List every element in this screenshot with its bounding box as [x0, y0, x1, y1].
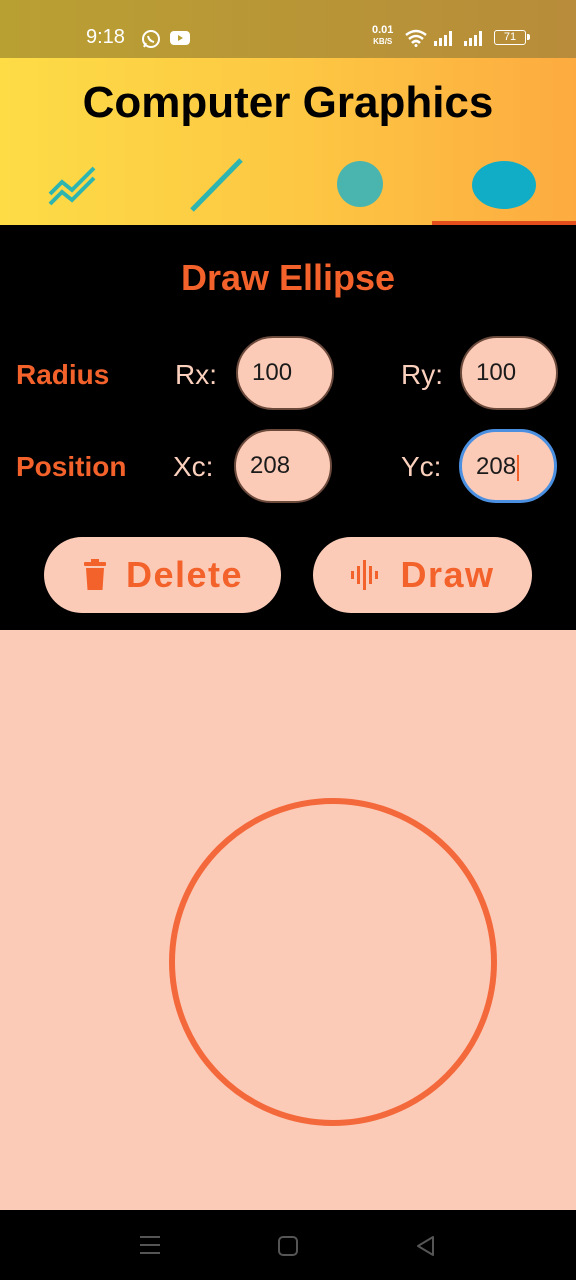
waveform-icon	[351, 560, 379, 590]
app-bar: Computer Graphics	[0, 58, 576, 225]
ry-input[interactable]: 100	[460, 336, 558, 410]
xc-label: Xc:	[173, 451, 214, 482]
yc-input[interactable]: 208	[459, 429, 557, 503]
circle-icon	[337, 161, 383, 207]
wifi-icon	[405, 29, 427, 47]
ry-label: Ry:	[401, 359, 443, 390]
network-speed-value: 0.01	[372, 24, 394, 36]
ellipse-form: Draw Ellipse Radius Rx: 100 Ry: 100 Posi…	[0, 225, 576, 630]
home-icon[interactable]	[277, 1235, 299, 1257]
form-title: Draw Ellipse	[180, 257, 396, 298]
ellipse-drawing	[169, 798, 497, 1126]
yc-value: 208	[476, 453, 517, 480]
line-icon	[190, 158, 243, 212]
back-icon[interactable]	[414, 1234, 436, 1258]
battery-icon: 71	[494, 30, 530, 45]
trash-icon	[83, 559, 106, 590]
rx-label: Rx:	[175, 359, 217, 390]
status-bar: 9:18 0.01 KB/S 71	[0, 0, 576, 58]
network-speed-unit: KB/S	[373, 37, 393, 46]
radius-label: Radius	[16, 359, 110, 390]
draw-button[interactable]: Draw	[313, 537, 532, 613]
polyline-icon	[48, 166, 96, 206]
whatsapp-icon	[142, 30, 160, 48]
status-time: 9:18	[86, 26, 125, 48]
position-label: Position	[16, 451, 127, 482]
drawing-canvas[interactable]	[0, 630, 576, 1210]
drawn-ellipse	[169, 798, 497, 1126]
youtube-icon	[170, 31, 190, 45]
tab-line[interactable]	[144, 152, 288, 222]
xc-input[interactable]: 208	[234, 429, 332, 503]
menu-icon[interactable]	[138, 1234, 162, 1256]
navigation-bar	[0, 1210, 576, 1280]
tab-polyline[interactable]	[0, 152, 144, 222]
draw-label: Draw	[400, 554, 495, 595]
signal-icon-2	[464, 31, 482, 46]
tab-circle[interactable]	[288, 152, 432, 222]
delete-label: Delete	[125, 554, 244, 595]
app-title: Computer Graphics	[82, 78, 494, 127]
delete-button[interactable]: Delete	[44, 537, 281, 613]
text-caret	[517, 454, 520, 481]
rx-input[interactable]: 100	[236, 336, 334, 410]
ellipse-icon	[472, 161, 536, 209]
signal-icon	[434, 31, 452, 46]
network-speed: 0.01 KB/S	[372, 25, 393, 47]
yc-label: Yc:	[401, 451, 442, 482]
tab-ellipse[interactable]	[432, 152, 576, 222]
